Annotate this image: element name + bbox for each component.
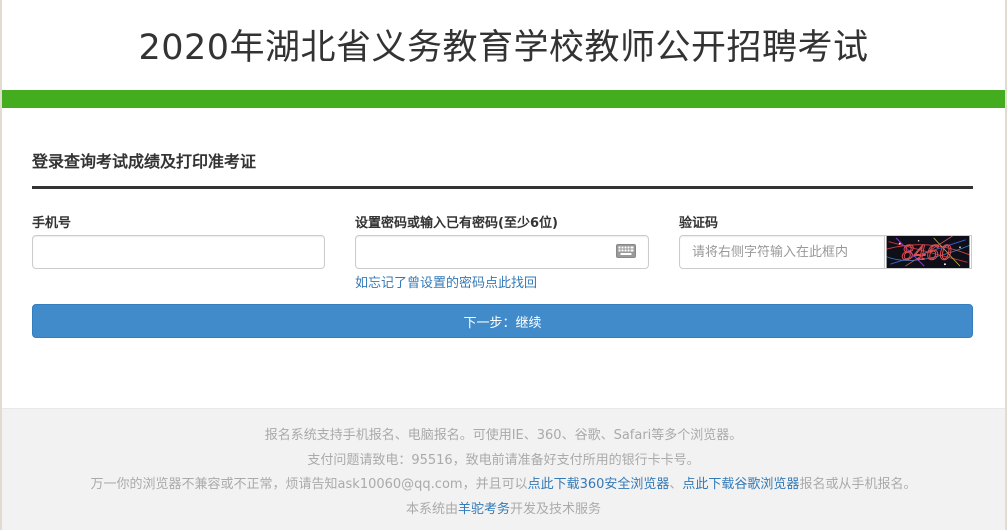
footer-mobile-text: 报名或从手机报名。 xyxy=(799,477,917,492)
password-input[interactable] xyxy=(355,235,649,269)
page-header: 2020年湖北省义务教育学校教师公开招聘考试 xyxy=(2,0,1005,90)
title-divider xyxy=(32,186,973,189)
keyboard-icon[interactable] xyxy=(616,244,636,258)
captcha-input[interactable] xyxy=(679,235,885,269)
footer-credit-prefix: 本系统由 xyxy=(405,502,458,517)
footer-separator: 、 xyxy=(669,477,683,492)
footer-browser-download-line: 万一你的浏览器不兼容或不正常，烦请告知ask10060@qq.com，并且可以点… xyxy=(2,473,1005,492)
footer-browser-support-text: 报名系统支持手机报名、电脑报名。可使用IE、360、谷歌、Safari等多个浏览… xyxy=(264,428,743,443)
provider-link[interactable]: 羊驼考务 xyxy=(458,502,510,517)
password-label: 设置密码或输入已有密码(至少6位) xyxy=(355,216,558,231)
captcha-characters: 8460 xyxy=(902,242,952,265)
captcha-image[interactable]: 8460 xyxy=(884,235,972,269)
forgot-password-link[interactable]: 如忘记了曾设置的密码点此找回 xyxy=(355,272,537,291)
login-panel: 登录查询考试成绩及打印准考证 手机号 设置密码或输入已有密码(至少6位) 如忘记… xyxy=(2,108,1005,408)
download-chrome-browser-link[interactable]: 点此下载谷歌浏览器 xyxy=(682,477,799,492)
phone-input[interactable] xyxy=(32,235,325,269)
phone-label: 手机号 xyxy=(32,216,72,231)
page-footer: 报名系统支持手机报名、电脑报名。可使用IE、360、谷歌、Safari等多个浏览… xyxy=(2,408,1005,530)
next-step-button[interactable]: 下一步：继续 xyxy=(32,304,973,338)
download-360-browser-link[interactable]: 点此下载360安全浏览器 xyxy=(528,477,670,492)
captcha-label: 验证码 xyxy=(679,216,719,231)
footer-contact-text: 万一你的浏览器不兼容或不正常，烦请告知ask10060@qq.com，并且可以 xyxy=(90,477,528,492)
footer-credit-line: 本系统由羊驼考务开发及技术服务 xyxy=(2,498,1005,517)
login-panel-title: 登录查询考试成绩及打印准考证 xyxy=(32,152,257,171)
footer-credit-suffix: 开发及技术服务 xyxy=(510,502,602,517)
header-accent-bar xyxy=(2,90,1005,108)
footer-payment-support-text: 支付问题请致电：95516，致电前请准备好支付所用的银行卡卡号。 xyxy=(307,453,700,468)
page-title: 2020年湖北省义务教育学校教师公开招聘考试 xyxy=(138,27,869,68)
